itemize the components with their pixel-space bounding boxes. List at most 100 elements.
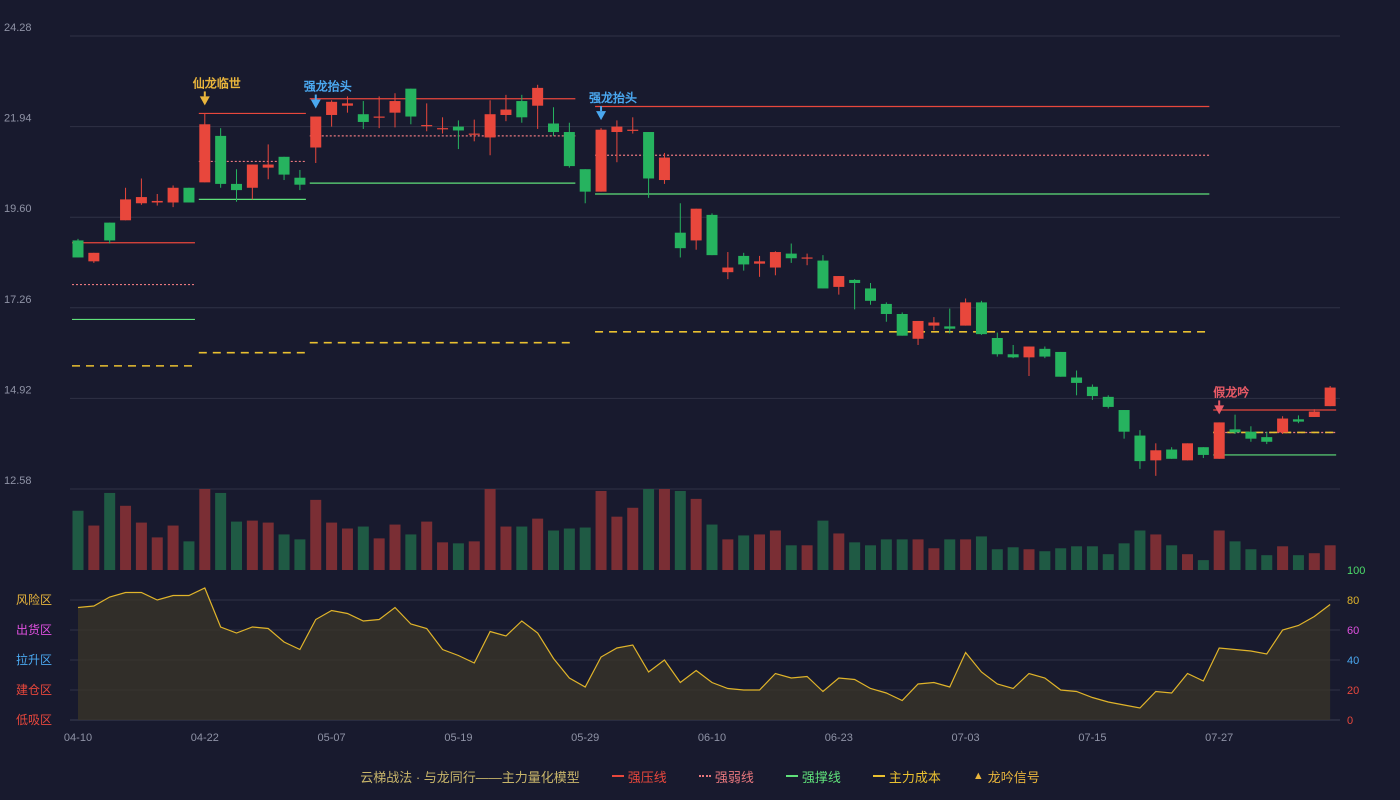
candle-body xyxy=(246,164,258,188)
candle-body xyxy=(563,132,575,167)
candle-body xyxy=(1039,348,1051,357)
osc-tick-label: 100 xyxy=(1347,565,1365,577)
volume-bar xyxy=(500,526,512,570)
volume-bar xyxy=(484,489,496,570)
volume-bar xyxy=(151,537,163,570)
legend-strong-weak[interactable]: 强弱线 xyxy=(698,767,754,786)
volume-bar xyxy=(135,522,147,570)
volume-bar xyxy=(833,533,845,570)
volume-bar xyxy=(769,530,781,570)
candle-body xyxy=(595,129,607,192)
candle-body xyxy=(706,214,718,256)
candle-body xyxy=(120,199,132,221)
volume-bar xyxy=(865,545,876,570)
volume-bar xyxy=(88,525,100,570)
candle-body xyxy=(975,302,987,335)
legend: 云梯战法 · 与龙同行——主力量化模型 强压线 强弱线 强撑线 主力成本 ▲ 龙吟… xyxy=(0,766,1400,786)
candle-body xyxy=(1102,396,1114,407)
volume-bar xyxy=(975,536,987,570)
candle-body xyxy=(104,222,116,241)
volume-bar xyxy=(1086,546,1098,570)
candle-body xyxy=(960,302,972,326)
signal-label: 仙龙临世 xyxy=(193,75,241,90)
volume-bar xyxy=(1166,545,1178,570)
volume-bar xyxy=(643,489,655,570)
date-tick-label: 07-27 xyxy=(1205,732,1233,744)
price-tick-label: 21.94 xyxy=(4,113,32,125)
triangle-icon: ▲ xyxy=(972,770,984,782)
candle-body xyxy=(1261,437,1273,442)
volume-bar xyxy=(1182,554,1193,570)
candle-body xyxy=(658,157,670,181)
legend-strong-pressure[interactable]: 强压线 xyxy=(611,767,667,786)
volume-bar xyxy=(532,518,544,570)
legend-main-cost[interactable]: 主力成本 xyxy=(872,767,941,786)
candle-body xyxy=(849,279,861,284)
candle-body xyxy=(1055,351,1067,377)
candle-body xyxy=(880,303,892,314)
candle-body xyxy=(1071,377,1083,383)
volume-bar xyxy=(1229,541,1241,570)
candle-body xyxy=(500,109,512,115)
candle-body xyxy=(1118,410,1130,432)
volume-bar xyxy=(706,524,718,570)
candle-body xyxy=(690,208,702,241)
osc-zone-label: 建仓区 xyxy=(16,683,52,697)
candle-body xyxy=(183,187,195,203)
candle-body xyxy=(468,133,480,135)
volume-bar xyxy=(246,520,258,570)
candle-body xyxy=(1324,387,1336,407)
volume-bar xyxy=(389,524,401,570)
volume-bar xyxy=(452,543,464,570)
candle-body xyxy=(341,103,353,106)
candle-body xyxy=(215,135,227,184)
candle-body xyxy=(1134,435,1146,462)
volume-bar xyxy=(310,499,322,570)
volume-bar xyxy=(215,492,227,570)
volume-bar xyxy=(563,528,575,570)
volume-bar xyxy=(896,539,908,570)
candle-body xyxy=(1277,418,1289,433)
candle-body xyxy=(754,261,766,264)
volume-bar xyxy=(1071,546,1083,570)
volume-bar xyxy=(120,505,132,570)
signal-arrow-icon xyxy=(199,96,210,106)
volume-bar xyxy=(199,489,211,570)
date-tick-label: 07-15 xyxy=(1078,732,1106,744)
volume-bar xyxy=(785,545,797,570)
candle-body xyxy=(944,326,956,329)
volume-bar xyxy=(516,526,528,570)
candle-body xyxy=(674,232,686,249)
osc-tick-label: 40 xyxy=(1347,655,1359,667)
signal-label: 假龙吟 xyxy=(1213,384,1249,399)
volume-bar xyxy=(849,542,861,570)
candle-body xyxy=(532,87,544,106)
volume-bar xyxy=(278,534,290,570)
volume-bar xyxy=(674,490,686,570)
candle-body xyxy=(548,123,559,133)
volume-bar xyxy=(373,538,385,570)
candle-body xyxy=(785,253,797,259)
volume-bar xyxy=(421,521,433,570)
volume-bar xyxy=(1197,560,1209,570)
price-tick-label: 24.28 xyxy=(4,22,32,34)
volume-bar xyxy=(294,539,306,570)
volume-bar xyxy=(468,541,480,570)
candle-body xyxy=(1166,449,1178,459)
candle-body xyxy=(611,126,623,133)
date-tick-label: 05-29 xyxy=(571,732,599,744)
legend-signal[interactable]: ▲ 龙吟信号 xyxy=(973,767,1040,786)
candle-body xyxy=(1229,429,1241,433)
volume-bar xyxy=(817,520,829,570)
volume-bar xyxy=(579,527,591,570)
candle-body xyxy=(769,252,781,268)
date-tick-label: 05-07 xyxy=(318,732,346,744)
candle-body xyxy=(912,320,924,339)
price-tick-label: 19.60 xyxy=(4,203,32,215)
volume-bar xyxy=(944,539,956,570)
volume-bar xyxy=(738,535,750,570)
candle-body xyxy=(357,114,369,122)
legend-strong-support[interactable]: 强撑线 xyxy=(785,767,841,786)
volume-bar xyxy=(262,522,274,570)
stock-chart[interactable]: 24.2821.9419.6017.2614.9212.58仙龙临世 强龙抬头强龙… xyxy=(0,0,1400,800)
